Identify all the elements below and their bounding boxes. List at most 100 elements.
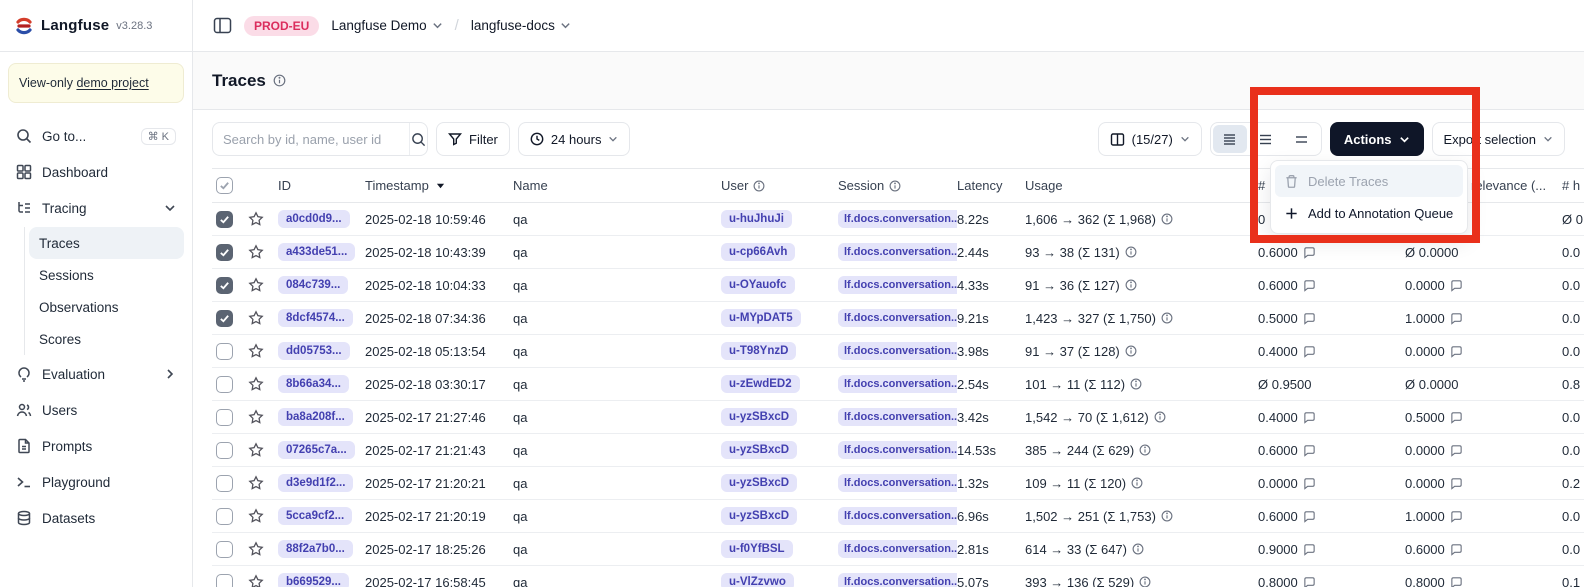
comment-bubble-icon[interactable] <box>1303 477 1316 490</box>
bookmark-star-icon[interactable] <box>248 277 264 293</box>
user-id-badge[interactable]: u-T98YnzD <box>721 342 796 360</box>
project-switcher[interactable]: langfuse-docs <box>471 18 571 33</box>
trace-id-badge[interactable]: b669529... <box>278 573 349 587</box>
user-id-badge[interactable]: u-yzSBxcD <box>721 441 797 459</box>
row-height-medium-option[interactable] <box>1249 125 1283 153</box>
actions-button[interactable]: Actions <box>1330 122 1424 156</box>
time-range-button[interactable]: 24 hours <box>518 122 631 156</box>
user-id-badge[interactable]: u-zEwdED2 <box>721 375 800 393</box>
comment-bubble-icon[interactable] <box>1303 543 1316 556</box>
select-all-checkbox[interactable] <box>216 177 233 194</box>
session-id-badge[interactable]: lf.docs.conversation... <box>838 540 957 558</box>
filter-button[interactable]: Filter <box>436 122 510 156</box>
sidebar-item-evaluation[interactable]: Evaluation <box>8 357 184 391</box>
sidebar-item-datasets[interactable]: Datasets <box>8 501 184 535</box>
session-id-badge[interactable]: lf.docs.conversation... <box>838 507 957 525</box>
trace-id-badge[interactable]: a0cd0d9... <box>278 210 350 228</box>
comment-bubble-icon[interactable] <box>1303 345 1316 358</box>
trace-id-badge[interactable]: 8dcf4574... <box>278 309 353 327</box>
sidebar-item-dashboard[interactable]: Dashboard <box>8 155 184 189</box>
bookmark-star-icon[interactable] <box>248 442 264 458</box>
trace-id-badge[interactable]: 07265c7a... <box>278 441 355 459</box>
row-checkbox[interactable] <box>216 541 233 558</box>
bookmark-star-icon[interactable] <box>248 475 264 491</box>
user-id-badge[interactable]: u-f0YfBSL <box>721 540 793 558</box>
user-id-badge[interactable]: u-MYpDAT5 <box>721 309 801 327</box>
session-id-badge[interactable]: lf.docs.conversation... <box>838 474 957 492</box>
comment-bubble-icon[interactable] <box>1450 543 1463 556</box>
row-checkbox[interactable] <box>216 343 233 360</box>
session-id-badge[interactable]: lf.docs.conversation... <box>838 573 957 587</box>
demo-project-link[interactable]: demo project <box>76 76 148 90</box>
bookmark-star-icon[interactable] <box>248 409 264 425</box>
session-id-badge[interactable]: lf.docs.conversation... <box>838 375 957 393</box>
panel-left-icon[interactable] <box>213 16 232 35</box>
user-id-badge[interactable]: u-VlZzvwo <box>721 573 794 587</box>
user-id-badge[interactable]: u-yzSBxcD <box>721 474 797 492</box>
row-checkbox[interactable] <box>216 508 233 525</box>
column-header-timestamp[interactable]: Timestamp <box>365 178 513 193</box>
row-checkbox[interactable] <box>216 211 233 228</box>
comment-bubble-icon[interactable] <box>1450 345 1463 358</box>
user-id-badge[interactable]: u-OYauofc <box>721 276 795 294</box>
sidebar-item-goto[interactable]: Go to... ⌘ K <box>8 119 184 153</box>
trace-id-badge[interactable]: 8b66a34... <box>278 375 349 393</box>
comment-bubble-icon[interactable] <box>1450 477 1463 490</box>
trace-id-badge[interactable]: dd05753... <box>278 342 350 360</box>
comment-bubble-icon[interactable] <box>1450 444 1463 457</box>
trace-id-badge[interactable]: 5cca9cf2... <box>278 507 352 525</box>
export-selection-button[interactable]: Export selection <box>1432 122 1566 156</box>
column-header-usage[interactable]: Usage <box>1025 178 1258 193</box>
bookmark-star-icon[interactable] <box>248 244 264 260</box>
row-height-large-option[interactable] <box>1285 125 1319 153</box>
sidebar-item-prompts[interactable]: Prompts <box>8 429 184 463</box>
trace-id-badge[interactable]: a433de51... <box>278 243 355 261</box>
user-id-badge[interactable]: u-yzSBxcD <box>721 507 797 525</box>
bookmark-star-icon[interactable] <box>248 310 264 326</box>
column-visibility-button[interactable]: (15/27) <box>1098 122 1202 156</box>
org-switcher[interactable]: Langfuse Demo <box>331 18 442 33</box>
comment-bubble-icon[interactable] <box>1303 411 1316 424</box>
user-id-badge[interactable]: u-cp66Avh <box>721 243 795 261</box>
comment-bubble-icon[interactable] <box>1450 312 1463 325</box>
user-id-badge[interactable]: u-huJhuJi <box>721 210 792 228</box>
session-id-badge[interactable]: lf.docs.conversation... <box>838 408 957 426</box>
comment-bubble-icon[interactable] <box>1303 279 1316 292</box>
sidebar-item-observations[interactable]: Observations <box>29 291 184 323</box>
search-input[interactable] <box>213 132 409 147</box>
comment-bubble-icon[interactable] <box>1303 510 1316 523</box>
user-id-badge[interactable]: u-yzSBxcD <box>721 408 797 426</box>
row-checkbox[interactable] <box>216 409 233 426</box>
row-checkbox[interactable] <box>216 442 233 459</box>
trace-id-badge[interactable]: 084c739... <box>278 276 348 294</box>
session-id-badge[interactable]: lf.docs.conversation... <box>838 210 957 228</box>
column-header-id[interactable]: ID <box>278 178 365 193</box>
comment-bubble-icon[interactable] <box>1450 279 1463 292</box>
bookmark-star-icon[interactable] <box>248 508 264 524</box>
session-id-badge[interactable]: lf.docs.conversation... <box>838 441 957 459</box>
column-header-session[interactable]: Session <box>838 178 957 193</box>
session-id-badge[interactable]: lf.docs.conversation... <box>838 342 957 360</box>
comment-bubble-icon[interactable] <box>1303 576 1316 587</box>
sidebar-item-traces[interactable]: Traces <box>29 227 184 259</box>
trace-id-badge[interactable]: ba8a208f... <box>278 408 353 426</box>
comment-bubble-icon[interactable] <box>1450 411 1463 424</box>
column-header-relevance[interactable]: relevance (... <box>1471 178 1562 193</box>
sidebar-item-tracing[interactable]: Tracing <box>8 191 184 225</box>
bookmark-star-icon[interactable] <box>248 541 264 557</box>
comment-bubble-icon[interactable] <box>1303 312 1316 325</box>
comment-bubble-icon[interactable] <box>1450 576 1463 587</box>
row-checkbox[interactable] <box>216 310 233 327</box>
bookmark-star-icon[interactable] <box>248 574 264 587</box>
bookmark-star-icon[interactable] <box>248 211 264 227</box>
session-id-badge[interactable]: lf.docs.conversation... <box>838 309 957 327</box>
row-height-small-option[interactable] <box>1213 125 1247 153</box>
bookmark-star-icon[interactable] <box>248 343 264 359</box>
menu-item-delete-traces[interactable]: Delete Traces <box>1275 165 1463 197</box>
column-header-name[interactable]: Name <box>513 178 721 193</box>
search-submit-icon[interactable] <box>409 123 427 155</box>
session-id-badge[interactable]: lf.docs.conversation... <box>838 276 957 294</box>
comment-bubble-icon[interactable] <box>1450 510 1463 523</box>
bookmark-star-icon[interactable] <box>248 376 264 392</box>
sidebar-item-playground[interactable]: Playground <box>8 465 184 499</box>
